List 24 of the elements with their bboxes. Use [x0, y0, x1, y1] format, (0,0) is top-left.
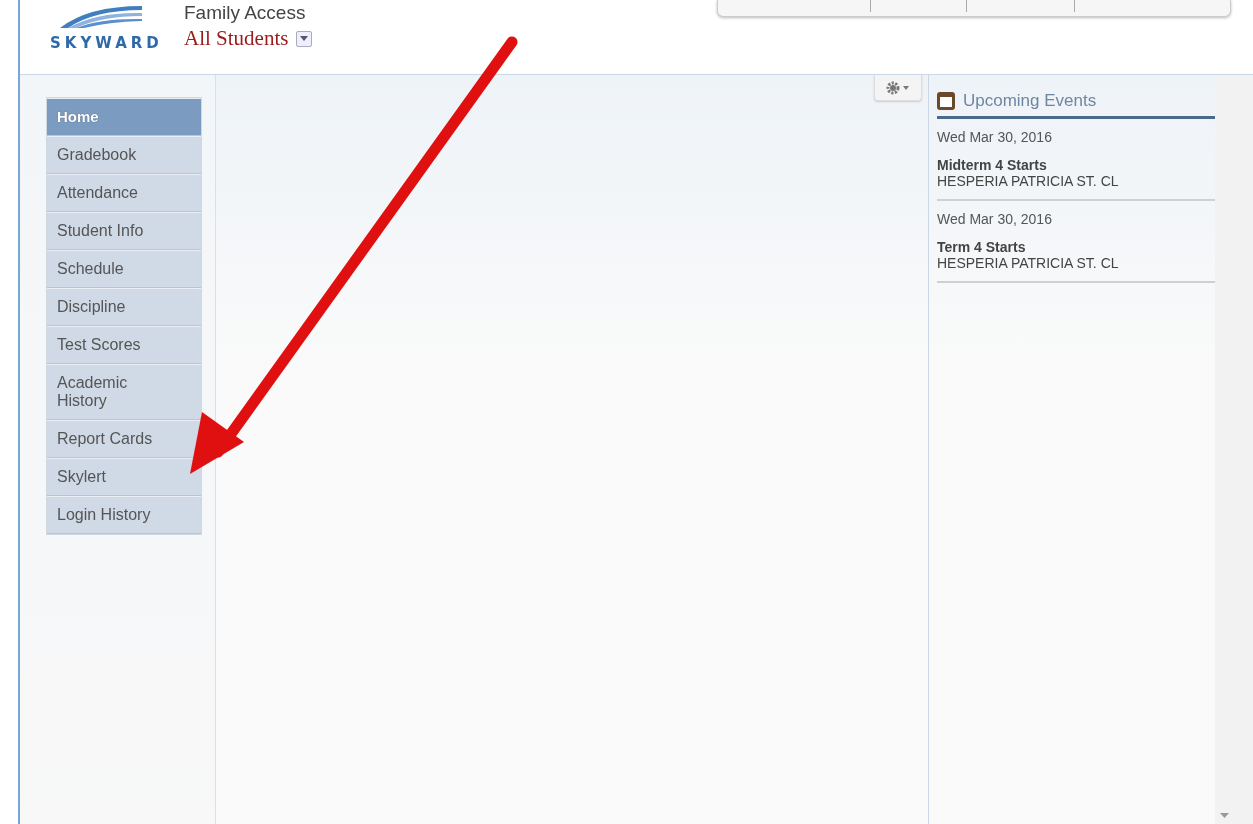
event-school: HESPERIA PATRICIA ST. CL [937, 173, 1120, 189]
nav-item[interactable]: Student Info [47, 212, 201, 250]
calendar-icon [937, 92, 955, 110]
nav-item[interactable]: Academic History [47, 364, 201, 420]
nav-item[interactable]: Discipline [47, 288, 201, 326]
scroll-down-icon[interactable] [1220, 813, 1229, 818]
nav-item[interactable]: Attendance [47, 174, 201, 212]
gear-icon [885, 79, 911, 96]
event-date: Wed Mar 30, 2016 [937, 129, 1053, 145]
nav-item[interactable]: Login History [47, 496, 201, 534]
nav-item[interactable]: Gradebook [47, 136, 201, 174]
event-name: Midterm 4 Starts [937, 157, 1048, 173]
event-school: HESPERIA PATRICIA ST. CL [937, 255, 1120, 271]
dropdown-icon[interactable] [296, 30, 313, 47]
nav-item[interactable]: Schedule [47, 250, 201, 288]
nav-item[interactable]: Home [47, 98, 201, 136]
settings-button[interactable] [874, 75, 922, 101]
app-title: Family Access [184, 2, 307, 24]
event-date: Wed Mar 30, 2016 [937, 211, 1053, 227]
event-name: Term 4 Starts [937, 239, 1027, 255]
logo-text: SKYWARD [50, 34, 163, 52]
student-selector[interactable]: All Students [184, 26, 289, 51]
nav-item[interactable]: Test Scores [47, 326, 201, 364]
panel-title: Upcoming Events [963, 91, 1097, 111]
